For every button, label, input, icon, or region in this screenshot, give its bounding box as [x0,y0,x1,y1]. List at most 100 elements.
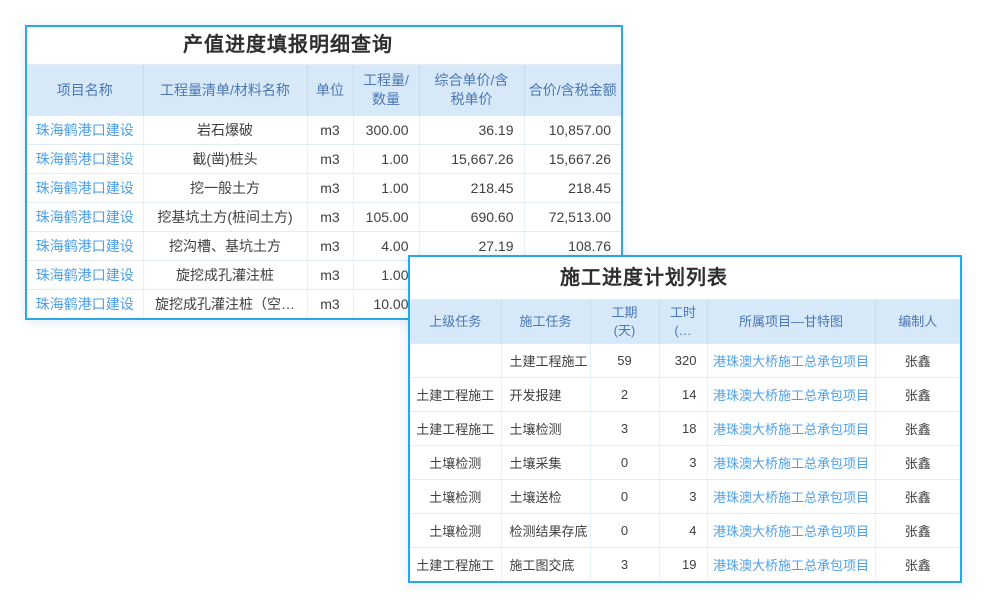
author-cell: 张鑫 [875,378,960,412]
table-row: 土建工程施工 59 320 港珠澳大桥施工总承包项目 张鑫 [410,344,960,378]
parent-task-cell: 土建工程施工 [410,412,501,446]
unit-cell: m3 [307,232,353,261]
boq-item-cell: 挖基坑土方(桩间土方) [143,203,307,232]
project-link[interactable]: 珠海鹤港口建设 [36,296,134,312]
unit-cell: m3 [307,290,353,319]
project-gantt-cell: 港珠澳大桥施工总承包项目 [707,344,875,378]
project-gantt-link[interactable]: 港珠澳大桥施工总承包项目 [713,524,869,539]
col-header-total-amount: 合价/含税金额 [524,65,621,116]
author-cell: 张鑫 [875,412,960,446]
parent-task-cell [410,344,501,378]
project-gantt-cell: 港珠澳大桥施工总承包项目 [707,480,875,514]
table-row: 土建工程施工 开发报建 2 14 港珠澳大桥施工总承包项目 张鑫 [410,378,960,412]
output-value-table-title: 产值进度填报明细查询 [27,27,621,65]
author-cell: 张鑫 [875,514,960,548]
project-link[interactable]: 珠海鹤港口建设 [36,238,134,254]
construction-task-cell: 开发报建 [501,378,590,412]
parent-task-cell: 土建工程施工 [410,378,501,412]
project-name-cell: 珠海鹤港口建设 [27,145,143,174]
duration-cell: 3 [590,412,659,446]
table-row: 珠海鹤港口建设 挖一般土方 m3 1.00 218.45 218.45 [27,174,621,203]
unit-cell: m3 [307,116,353,145]
col-header-boq-material-name: 工程量清单/材料名称 [143,65,307,116]
col-header-author: 编制人 [875,300,960,344]
schedule-plan-panel: 施工进度计划列表 上级任务 施工任务 工期 (天) 工时 (… 所属项目—甘特图… [408,255,962,583]
construction-task-cell: 施工图交底 [501,548,590,582]
total-amount-cell: 10,857.00 [524,116,621,145]
work-hours-cell: 4 [659,514,707,548]
project-link[interactable]: 珠海鹤港口建设 [36,267,134,283]
project-link[interactable]: 珠海鹤港口建设 [36,209,134,225]
parent-task-cell: 土建工程施工 [410,548,501,582]
project-gantt-link[interactable]: 港珠澳大桥施工总承包项目 [713,558,869,573]
project-gantt-cell: 港珠澳大桥施工总承包项目 [707,514,875,548]
duration-cell: 0 [590,480,659,514]
work-hours-cell: 19 [659,548,707,582]
work-hours-cell: 14 [659,378,707,412]
project-gantt-cell: 港珠澳大桥施工总承包项目 [707,378,875,412]
unit-cell: m3 [307,174,353,203]
unit-price-cell: 36.19 [419,116,524,145]
col-header-construction-task: 施工任务 [501,300,590,344]
author-cell: 张鑫 [875,548,960,582]
construction-task-cell: 土壤检测 [501,412,590,446]
table-row: 珠海鹤港口建设 岩石爆破 m3 300.00 36.19 10,857.00 [27,116,621,145]
construction-task-cell: 土壤采集 [501,446,590,480]
duration-cell: 59 [590,344,659,378]
col-header-duration-days: 工期 (天) [590,300,659,344]
project-gantt-link[interactable]: 港珠澳大桥施工总承包项目 [713,456,869,471]
unit-cell: m3 [307,145,353,174]
construction-task-cell: 检测结果存底 [501,514,590,548]
total-amount-cell: 72,513.00 [524,203,621,232]
table-row: 土壤检测 检测结果存底 0 4 港珠澳大桥施工总承包项目 张鑫 [410,514,960,548]
quantity-cell: 1.00 [353,145,419,174]
parent-task-cell: 土壤检测 [410,514,501,548]
project-gantt-link[interactable]: 港珠澳大桥施工总承包项目 [713,388,869,403]
col-header-project-name: 项目名称 [27,65,143,116]
col-header-parent-task: 上级任务 [410,300,501,344]
schedule-table: 上级任务 施工任务 工期 (天) 工时 (… 所属项目—甘特图 编制人 土建工程… [410,300,960,581]
project-link[interactable]: 珠海鹤港口建设 [36,151,134,167]
work-hours-cell: 3 [659,446,707,480]
col-header-unit: 单位 [307,65,353,116]
project-name-cell: 珠海鹤港口建设 [27,116,143,145]
table-row: 土壤检测 土壤送检 0 3 港珠澳大桥施工总承包项目 张鑫 [410,480,960,514]
table-row: 土建工程施工 土壤检测 3 18 港珠澳大桥施工总承包项目 张鑫 [410,412,960,446]
project-link[interactable]: 珠海鹤港口建设 [36,180,134,196]
project-gantt-link[interactable]: 港珠澳大桥施工总承包项目 [713,422,869,437]
author-cell: 张鑫 [875,344,960,378]
boq-item-cell: 挖一般土方 [143,174,307,203]
total-amount-cell: 218.45 [524,174,621,203]
project-name-cell: 珠海鹤港口建设 [27,232,143,261]
construction-task-cell: 土建工程施工 [501,344,590,378]
project-gantt-link[interactable]: 港珠澳大桥施工总承包项目 [713,490,869,505]
project-gantt-cell: 港珠澳大桥施工总承包项目 [707,412,875,446]
work-hours-cell: 18 [659,412,707,446]
quantity-cell: 300.00 [353,116,419,145]
unit-price-cell: 690.60 [419,203,524,232]
construction-task-cell: 土壤送检 [501,480,590,514]
work-hours-cell: 320 [659,344,707,378]
duration-cell: 0 [590,514,659,548]
unit-price-cell: 15,667.26 [419,145,524,174]
col-header-project-gantt: 所属项目—甘特图 [707,300,875,344]
boq-item-cell: 截(凿)桩头 [143,145,307,174]
duration-cell: 0 [590,446,659,480]
output-value-header-row: 项目名称 工程量清单/材料名称 单位 工程量/ 数量 综合单价/含 税单价 合价… [27,65,621,116]
project-name-cell: 珠海鹤港口建设 [27,203,143,232]
table-row: 土建工程施工 施工图交底 3 19 港珠澳大桥施工总承包项目 张鑫 [410,548,960,582]
author-cell: 张鑫 [875,480,960,514]
total-amount-cell: 15,667.26 [524,145,621,174]
project-name-cell: 珠海鹤港口建设 [27,174,143,203]
boq-item-cell: 岩石爆破 [143,116,307,145]
table-row: 珠海鹤港口建设 截(凿)桩头 m3 1.00 15,667.26 15,667.… [27,145,621,174]
author-cell: 张鑫 [875,446,960,480]
project-link[interactable]: 珠海鹤港口建设 [36,122,134,138]
unit-cell: m3 [307,203,353,232]
boq-item-cell: 旋挖成孔灌注桩 [143,261,307,290]
schedule-header-row: 上级任务 施工任务 工期 (天) 工时 (… 所属项目—甘特图 编制人 [410,300,960,344]
project-name-cell: 珠海鹤港口建设 [27,261,143,290]
table-row: 珠海鹤港口建设 挖基坑土方(桩间土方) m3 105.00 690.60 72,… [27,203,621,232]
unit-cell: m3 [307,261,353,290]
project-gantt-link[interactable]: 港珠澳大桥施工总承包项目 [713,354,869,369]
